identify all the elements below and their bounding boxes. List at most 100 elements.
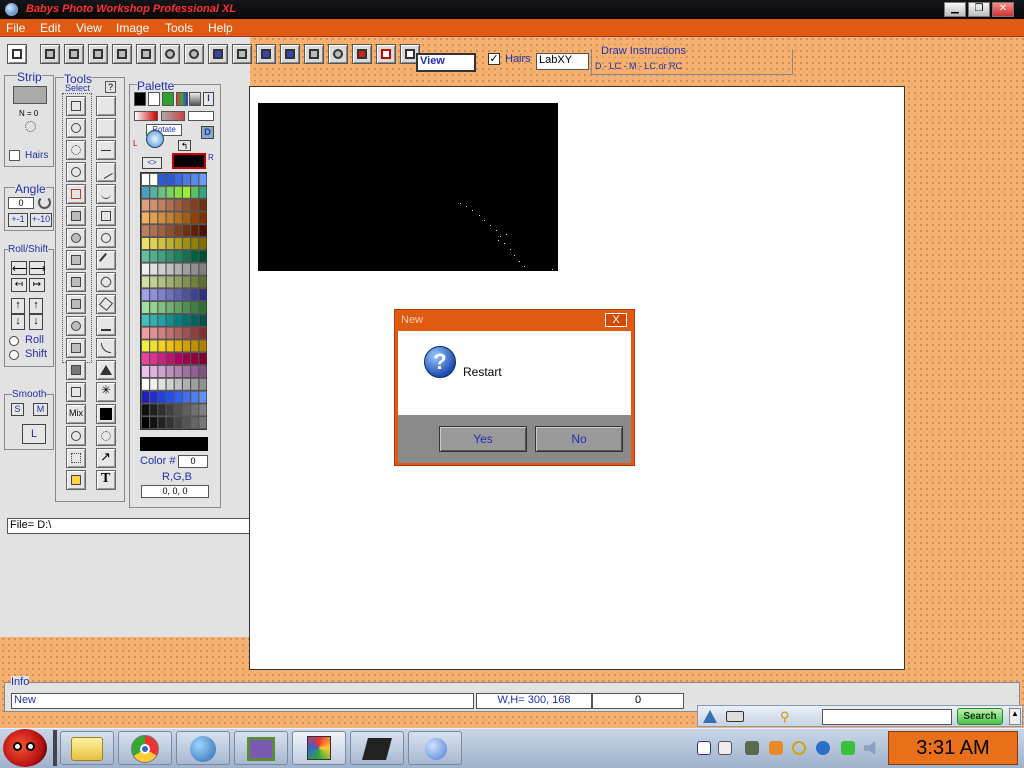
new-file-button[interactable]	[7, 44, 27, 64]
palette-swatch[interactable]	[142, 263, 149, 275]
color-space-field[interactable]: LabXY	[536, 53, 589, 70]
smooth-s-button[interactable]: S	[11, 403, 24, 416]
palette-swatch[interactable]	[150, 199, 158, 211]
toolbar-button-11[interactable]	[280, 44, 300, 64]
undo-button[interactable]	[160, 44, 180, 64]
restore-button[interactable]: ❐	[968, 2, 990, 17]
palette-swatch[interactable]	[150, 212, 158, 224]
palette-swatch[interactable]	[166, 186, 174, 198]
toolbar-button-1[interactable]	[40, 44, 60, 64]
tray-clipboard-icon[interactable]	[718, 741, 732, 755]
palette-swatch[interactable]	[191, 174, 199, 185]
circle-tool[interactable]	[96, 228, 116, 248]
palette-swatch[interactable]	[158, 174, 166, 185]
palette-swatch[interactable]	[142, 199, 149, 211]
palette-swatch[interactable]	[174, 212, 182, 224]
palette-swatch[interactable]	[174, 276, 182, 288]
palette-i-button[interactable]: I	[203, 92, 214, 106]
palette-swatch[interactable]	[150, 404, 158, 416]
palette-swatch[interactable]	[150, 302, 158, 313]
palette-black-swatch[interactable]	[134, 92, 146, 106]
palette-swatch[interactable]	[142, 340, 149, 352]
palette-swatch[interactable]	[150, 263, 158, 275]
palette-swatch[interactable]	[166, 340, 174, 352]
palette-swatch[interactable]	[166, 314, 174, 326]
palette-swatch[interactable]	[158, 378, 166, 390]
palette-swatch[interactable]	[191, 289, 199, 301]
palette-swatch[interactable]	[191, 353, 199, 365]
palette-swatch[interactable]	[183, 225, 190, 237]
palette-swatch[interactable]	[166, 353, 174, 365]
toolbar-button-15[interactable]	[376, 44, 396, 64]
angle-input[interactable]: 0	[8, 197, 34, 209]
strip-button[interactable]	[13, 86, 47, 104]
palette-shift-button[interactable]: <>	[142, 157, 162, 169]
menu-image[interactable]: Image	[116, 21, 149, 35]
search-scroll-button[interactable]: ▲	[1009, 708, 1021, 725]
palette-swatch[interactable]	[166, 302, 174, 313]
palette-swatch[interactable]	[142, 314, 149, 326]
rectangle-tool[interactable]	[96, 206, 116, 226]
palette-swatch[interactable]	[166, 366, 174, 377]
angle-step-1-button[interactable]: +-1	[8, 213, 28, 227]
palette-swatch[interactable]	[158, 417, 166, 429]
palette-swatch[interactable]	[183, 276, 190, 288]
palette-swatch[interactable]	[158, 238, 166, 249]
current-color-swatch[interactable]	[172, 153, 206, 169]
redo-button[interactable]	[184, 44, 204, 64]
palette-swatch[interactable]	[191, 340, 199, 352]
palette-swatch[interactable]	[191, 366, 199, 377]
palette-swatch[interactable]	[199, 212, 207, 224]
search-button[interactable]: Search	[957, 708, 1003, 725]
toolbar-logo-icon[interactable]	[703, 710, 717, 723]
palette-swatch[interactable]	[191, 250, 199, 262]
palette-swatch[interactable]	[199, 327, 207, 339]
palette-swatch[interactable]	[142, 366, 149, 377]
gradient-gray-button[interactable]	[161, 111, 185, 121]
palette-swatch[interactable]	[174, 378, 182, 390]
tray-doc-icon[interactable]	[697, 741, 711, 755]
palette-swatch[interactable]	[183, 327, 190, 339]
palette-swatch[interactable]	[191, 199, 199, 211]
palette-swatch[interactable]	[142, 276, 149, 288]
palette-swatch[interactable]	[191, 276, 199, 288]
palette-swatch[interactable]	[158, 263, 166, 275]
palette-swatch[interactable]	[183, 314, 190, 326]
gradient-red-button[interactable]	[134, 111, 158, 121]
cut-tool[interactable]	[66, 184, 86, 204]
small-dot-tool[interactable]	[96, 118, 116, 138]
palette-swatch[interactable]	[199, 263, 207, 275]
smudge-tool[interactable]	[96, 272, 116, 292]
rgb-value-field[interactable]: 0, 0, 0	[141, 485, 209, 498]
taskbar-media-app[interactable]	[350, 731, 404, 765]
palette-swatch[interactable]	[183, 199, 190, 211]
palette-swatch[interactable]	[158, 391, 166, 403]
roll-up-button[interactable]: ↑	[11, 298, 25, 314]
palette-swatch[interactable]	[191, 263, 199, 275]
strip-hairs-checkbox[interactable]	[9, 150, 20, 161]
palette-swatch[interactable]	[158, 327, 166, 339]
palette-swatch[interactable]	[174, 314, 182, 326]
palette-swatch[interactable]	[150, 417, 158, 429]
window-tool[interactable]	[66, 382, 86, 402]
tools-help-button[interactable]: ?	[105, 81, 116, 93]
palette-swatch[interactable]	[183, 302, 190, 313]
shift-up-button[interactable]: ↑	[29, 298, 43, 314]
palette-swatch[interactable]	[183, 263, 190, 275]
taskbar-globe[interactable]	[176, 731, 230, 765]
palette-swatch[interactable]	[191, 186, 199, 198]
palette-swatch[interactable]	[150, 391, 158, 403]
palette-swatch[interactable]	[150, 289, 158, 301]
roll-radio[interactable]	[9, 336, 19, 346]
palette-swatch[interactable]	[158, 289, 166, 301]
palette-swatch[interactable]	[142, 391, 149, 403]
shift-radio[interactable]	[9, 350, 19, 360]
minimize-button[interactable]: ▁	[944, 2, 966, 17]
palette-swatch[interactable]	[166, 225, 174, 237]
palette-swatch[interactable]	[158, 404, 166, 416]
palette-swatch[interactable]	[166, 212, 174, 224]
palette-swatch[interactable]	[150, 378, 158, 390]
star-tool[interactable]: ✳	[96, 382, 116, 402]
palette-swatch[interactable]	[150, 314, 158, 326]
palette-swatch[interactable]	[158, 366, 166, 377]
